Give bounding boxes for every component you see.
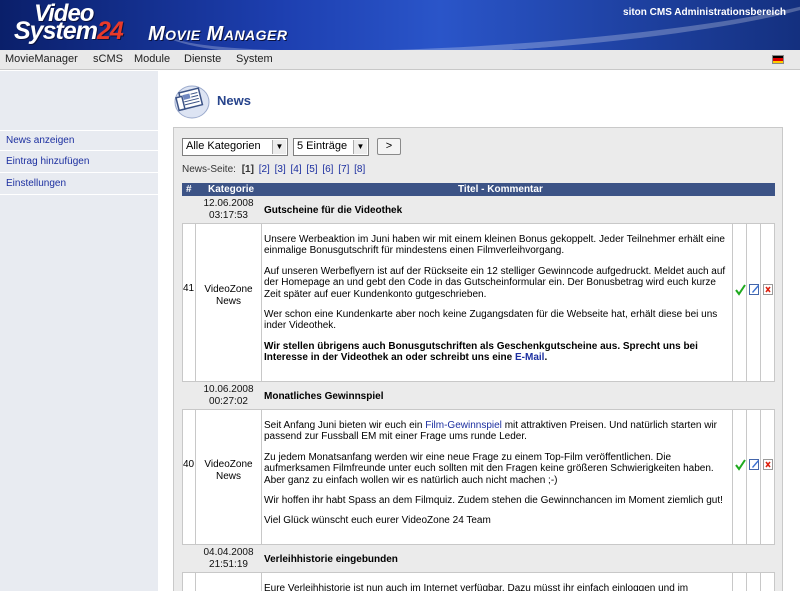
category-select-value: Alle Kategorien: [186, 140, 261, 152]
pager-link-5[interactable]: [5]: [306, 164, 317, 175]
entry-date-day: 12.06.2008: [203, 198, 254, 209]
entry-date-day: 04.04.2008: [203, 547, 254, 558]
chevron-down-icon: ▼: [353, 140, 367, 154]
sidebar: News anzeigen Eintrag hinzufügen Einstel…: [0, 71, 158, 591]
entry-date: 12.06.2008 03:17:53: [196, 198, 261, 222]
count-select[interactable]: 5 Einträge ▼: [293, 138, 369, 156]
entry-paragraph: Wir stellen übrigens auch Bonusgutschrif…: [264, 341, 729, 364]
pager-link-4[interactable]: [4]: [291, 164, 302, 175]
entry-date: 10.06.2008 00:27:02: [196, 384, 261, 408]
pager-current: [1]: [241, 164, 254, 175]
entry-date: 04.04.2008 21:51:19: [196, 547, 261, 571]
pager: News-Seite: [1] [2] [3] [4] [5] [6] [7] …: [182, 164, 365, 175]
film-gewinnspiel-link[interactable]: Film-Gewinnspiel: [425, 420, 502, 431]
pager-link-2[interactable]: [2]: [259, 164, 270, 175]
pager-link-6[interactable]: [6]: [322, 164, 333, 175]
sidebar-item-news-anzeigen[interactable]: News anzeigen: [0, 130, 158, 151]
entry-body: Unsere Werbeaktion im Juni haben wir mit…: [264, 234, 729, 373]
entry-body: Eure Verleihhistorie ist nun auch im Int…: [264, 583, 729, 591]
menu-dienste[interactable]: Dienste: [184, 53, 221, 65]
entry-category: VideoZone News: [196, 459, 261, 483]
entry-paragraph: Zu jedem Monatsanfang werden wir eine ne…: [264, 451, 714, 486]
entry-paragraph: Auf unseren Werbeflyern ist auf der Rück…: [264, 265, 726, 300]
delete-icon[interactable]: [763, 458, 774, 470]
page-title: News: [217, 93, 251, 108]
german-flag-icon[interactable]: [772, 55, 784, 64]
chevron-down-icon: ▼: [272, 140, 286, 154]
entry-paragraph: Viel Glück wünscht euch eurer VideoZone …: [264, 515, 491, 527]
edit-icon[interactable]: [749, 458, 760, 470]
admin-area-label: siton CMS Administrationsbereich: [623, 7, 786, 18]
entry-date-day: 10.06.2008: [203, 384, 254, 395]
header-category: Kategorie: [208, 184, 255, 195]
logo-line2-text: System: [14, 17, 98, 45]
videosystem24-logo[interactable]: Video System24: [14, 0, 144, 48]
logo-line2-number: 24: [96, 17, 124, 45]
pager-link-7[interactable]: [7]: [338, 164, 349, 175]
entry-title[interactable]: Gutscheine für die Videothek: [264, 205, 724, 216]
entry-category-line2: News: [215, 296, 241, 307]
entry-date-time: 03:17:53: [209, 210, 248, 221]
entry-date-time: 00:27:02: [209, 396, 248, 407]
news-table: # Kategorie Titel - Kommentar 12.06.2008…: [182, 183, 775, 591]
entry-date-time: 21:51:19: [209, 559, 248, 570]
app-title: Movie Manager: [148, 23, 288, 45]
entry-paragraph-text: Seit Anfang Juni bieten wir euch ein: [264, 420, 423, 431]
entry-id: 40: [182, 459, 195, 470]
entry-paragraph: Wer schon eine Kundenkarte aber noch kei…: [264, 309, 718, 332]
entry-category-line1: VideoZone: [204, 459, 253, 470]
checkmark-icon[interactable]: [735, 284, 746, 296]
row-divider: [182, 409, 775, 410]
pager-link-3[interactable]: [3]: [275, 164, 286, 175]
entry-title[interactable]: Monatliches Gewinnspiel: [264, 391, 724, 402]
header-title: Titel - Kommentar: [458, 184, 543, 195]
sidebar-item-eintrag-hinzufuegen[interactable]: Eintrag hinzufügen: [0, 152, 158, 173]
row-divider: [182, 572, 775, 573]
delete-icon[interactable]: [763, 283, 774, 295]
logo-line2: System24: [14, 17, 124, 46]
entry-body: Seit Anfang Juni bieten wir euch ein Fil…: [264, 420, 729, 536]
entry-paragraph: Eure Verleihhistorie ist nun auch im Int…: [264, 583, 689, 591]
entry-paragraph-text: Wir stellen übrigens auch Bonusgutschrif…: [264, 340, 698, 364]
count-select-value: 5 Einträge: [297, 140, 348, 152]
menu-system[interactable]: System: [236, 53, 273, 65]
sidebar-item-einstellungen[interactable]: Einstellungen: [0, 174, 158, 195]
entry-paragraph: Seit Anfang Juni bieten wir euch ein Fil…: [264, 420, 729, 443]
entry-category: VideoZone News: [196, 284, 261, 308]
menu-module[interactable]: Module: [134, 53, 170, 65]
menu-scms[interactable]: sCMS: [93, 53, 123, 65]
entry-category-line2: News: [215, 471, 241, 482]
table-header: # Kategorie Titel - Kommentar: [182, 183, 775, 196]
pager-link-8[interactable]: [8]: [354, 164, 365, 175]
category-select[interactable]: Alle Kategorien ▼: [182, 138, 288, 156]
news-panel: Alle Kategorien ▼ 5 Einträge ▼ > News-Se…: [173, 127, 783, 591]
app-header: Video System24 Movie Manager siton CMS A…: [0, 0, 800, 50]
menu-bar: MovieManager sCMS Module Dienste System: [0, 50, 800, 70]
checkmark-icon[interactable]: [735, 459, 746, 471]
entry-paragraph-end: .: [544, 352, 548, 364]
news-icon: [172, 80, 212, 120]
edit-icon[interactable]: [749, 283, 760, 295]
entry-id: 41: [182, 283, 195, 294]
pager-label: News-Seite:: [182, 164, 236, 175]
row-divider: [182, 223, 775, 224]
entry-paragraph: Wir hoffen ihr habt Spass an dem Filmqui…: [264, 495, 723, 507]
entry-paragraph: Unsere Werbeaktion im Juni haben wir mit…: [264, 234, 725, 257]
header-id: #: [186, 184, 192, 195]
go-button[interactable]: >: [377, 138, 401, 155]
entry-category-line1: VideoZone: [204, 284, 253, 295]
entry-title[interactable]: Verleihhistorie eingebunden: [264, 554, 724, 565]
email-link[interactable]: E-Mail: [515, 352, 544, 363]
menu-moviemanager[interactable]: MovieManager: [5, 53, 78, 65]
